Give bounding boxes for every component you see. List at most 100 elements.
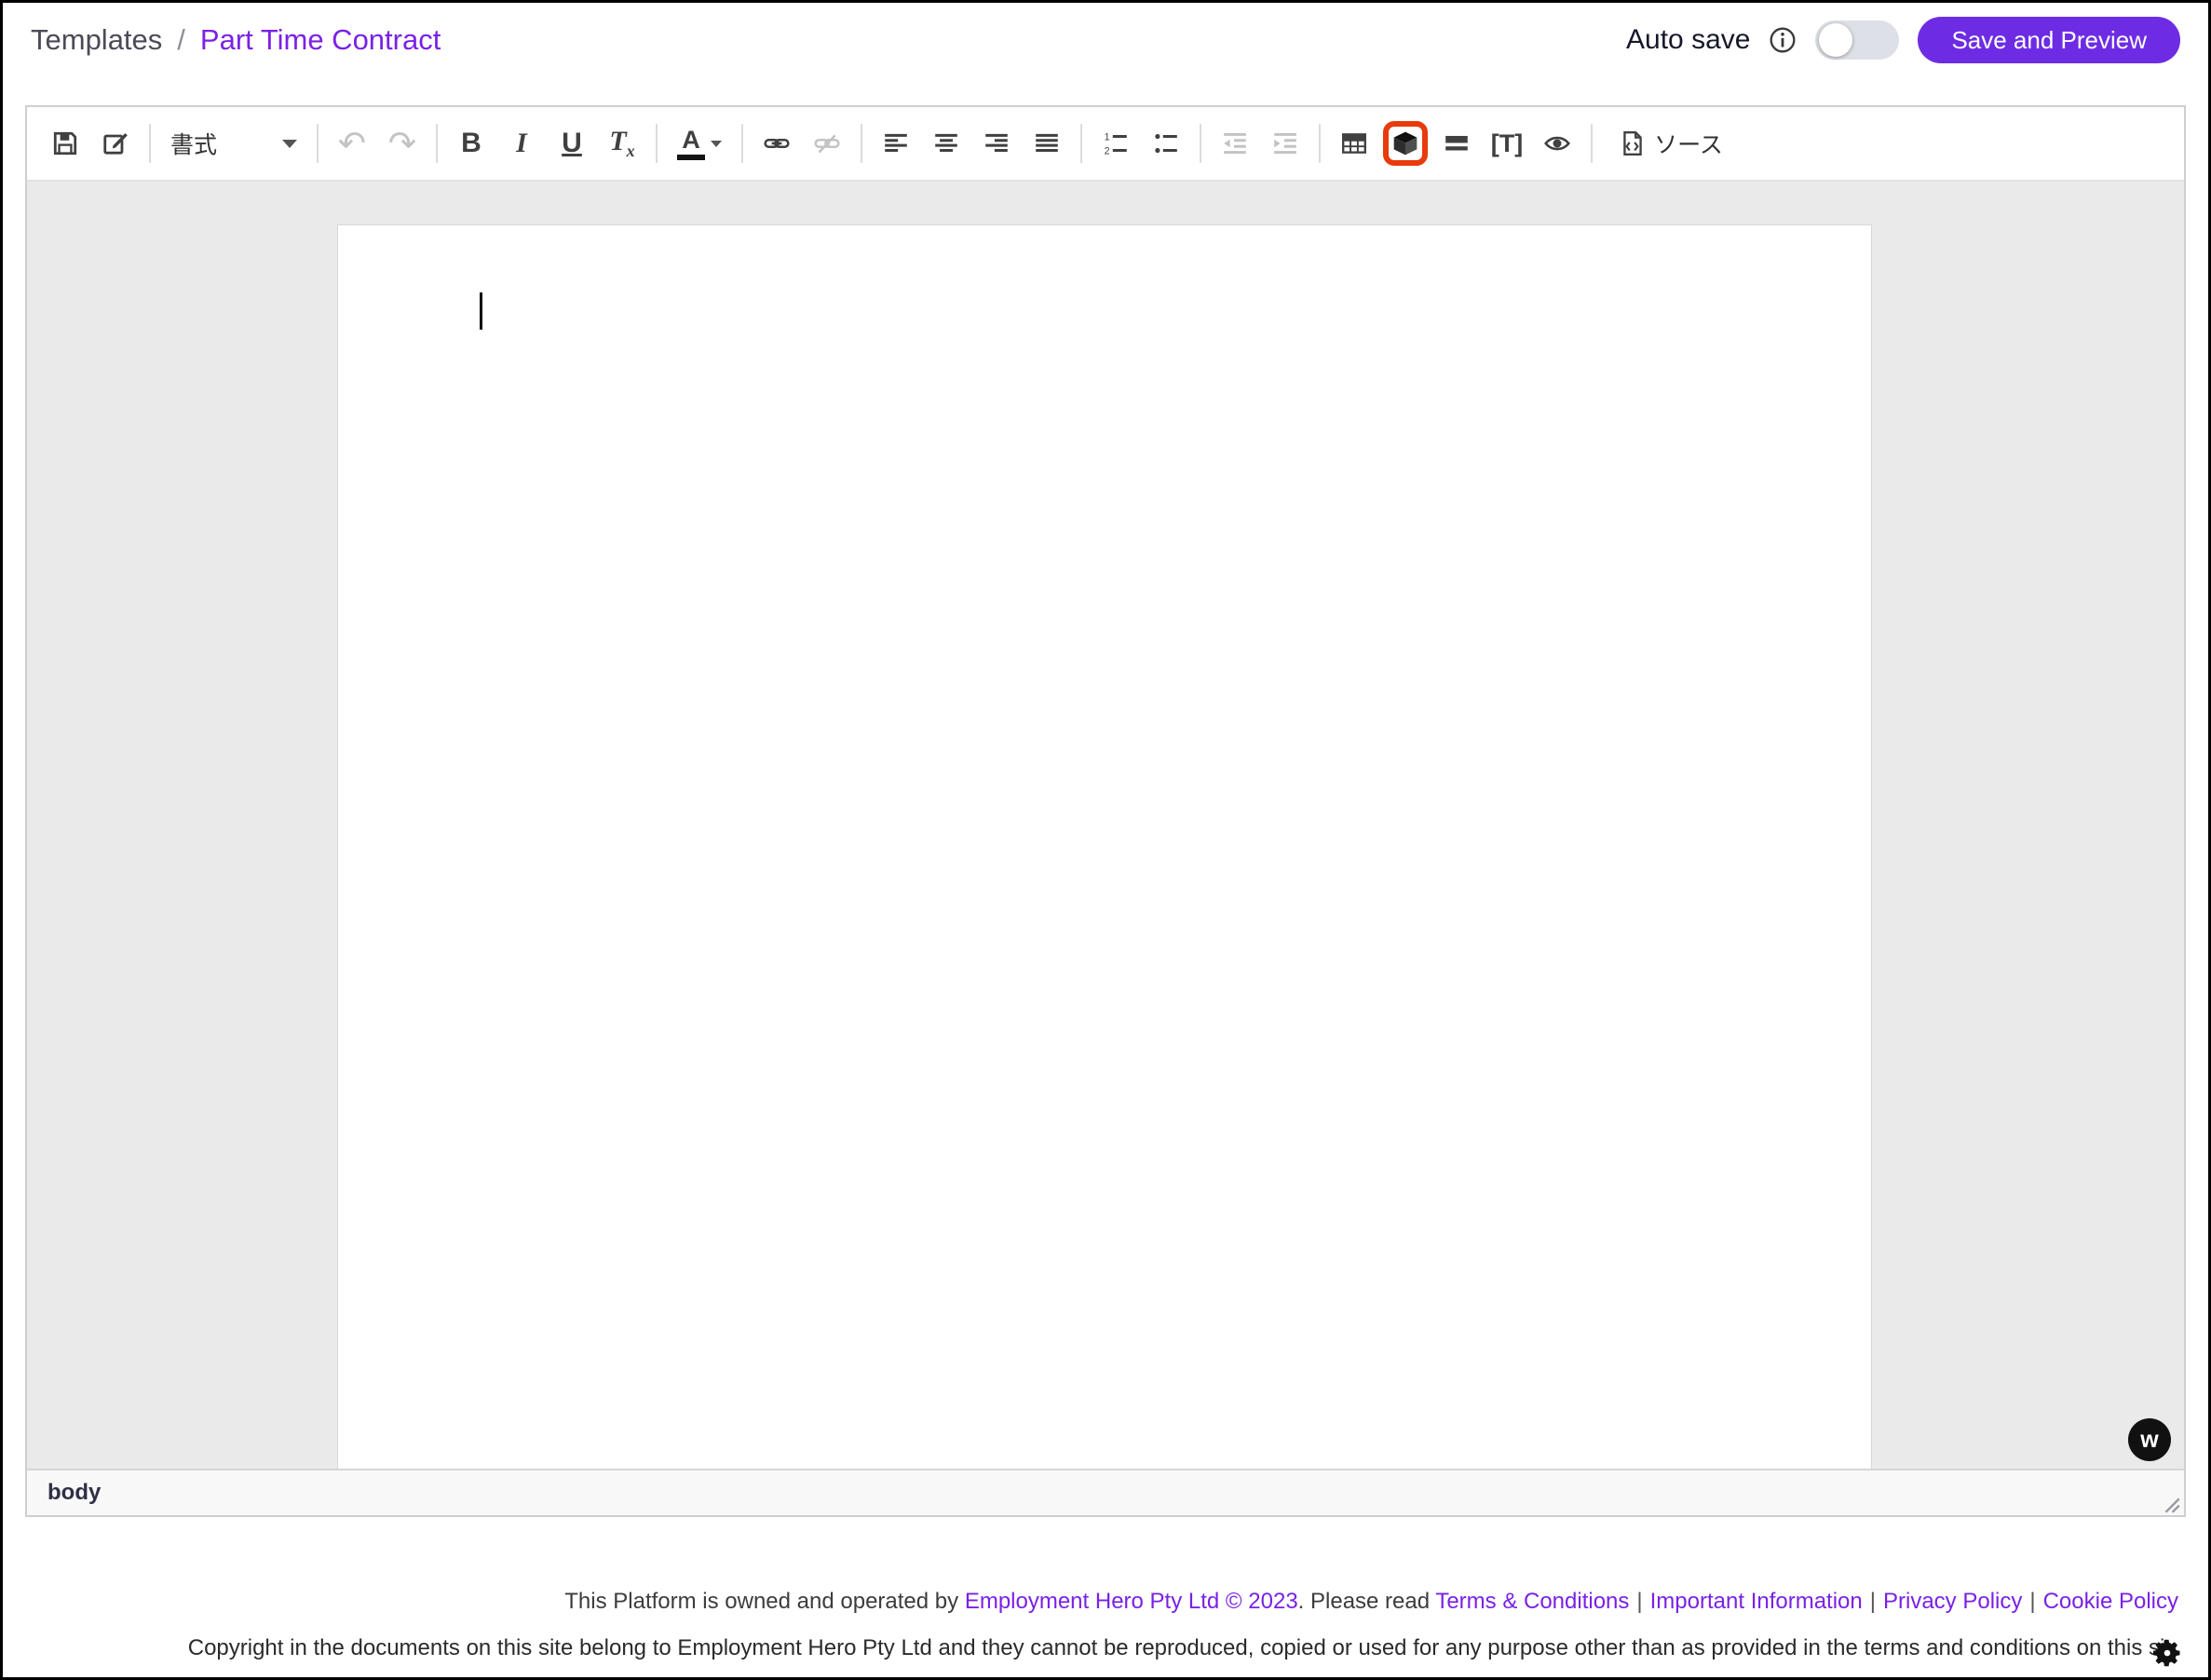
editor-status-bar: body (27, 1469, 2184, 1515)
edit-template-icon (102, 129, 129, 157)
toolbar-divider (149, 124, 151, 163)
breadcrumb: Templates / Part Time Contract (31, 23, 441, 57)
outdent-icon (1221, 129, 1249, 157)
underline-icon: U (562, 129, 582, 157)
align-right-icon (983, 129, 1011, 157)
undo-icon: ↶ (338, 127, 366, 160)
indent-button[interactable] (1260, 115, 1310, 171)
bulleted-list-icon (1152, 129, 1180, 157)
source-label: ソース (1654, 127, 1723, 160)
page-break-button[interactable] (1431, 115, 1482, 171)
resize-grip-icon (2158, 1491, 2180, 1513)
remove-format-button[interactable]: Tx (597, 115, 647, 171)
info-icon[interactable] (1769, 26, 1797, 54)
autosave-toggle[interactable] (1815, 20, 1899, 60)
document-page[interactable] (337, 224, 1872, 1469)
bold-icon: B (461, 129, 482, 157)
preview-eye-icon (1543, 129, 1571, 157)
save-and-preview-button[interactable]: Save and Preview (1918, 17, 2180, 63)
align-right-button[interactable] (971, 115, 1022, 171)
chevron-down-icon (282, 140, 297, 148)
remove-format-icon: Tx (609, 128, 634, 159)
insert-table-button[interactable] (1329, 115, 1379, 171)
editor-toolbar: 書式 ↶ ↷ B I U Tx A (27, 107, 2184, 182)
footer-line-1: This Platform is owned and operated by E… (3, 1578, 2178, 1625)
source-icon (1619, 129, 1647, 157)
text-cursor (480, 292, 482, 330)
resize-handle[interactable] (2158, 1491, 2180, 1513)
important-information-link[interactable]: Important Information (1650, 1589, 1863, 1614)
underline-button[interactable]: U (547, 115, 597, 171)
watermark-logo[interactable]: w (2128, 1418, 2171, 1461)
chevron-down-icon (711, 141, 722, 147)
svg-text:2: 2 (1105, 145, 1110, 156)
toggle-knob (1819, 23, 1852, 57)
align-center-icon (932, 129, 960, 157)
unlink-button[interactable] (802, 115, 852, 171)
numbered-list-button[interactable]: 1 2 (1091, 115, 1141, 171)
align-left-button[interactable] (871, 115, 921, 171)
link-button[interactable] (752, 115, 802, 171)
format-dropdown[interactable]: 書式 (159, 115, 308, 171)
footer-separator: | (1636, 1589, 1642, 1614)
toolbar-divider (741, 124, 743, 163)
footer-separator: | (2029, 1589, 2035, 1614)
bulleted-list-button[interactable] (1141, 115, 1191, 171)
align-center-button[interactable] (921, 115, 971, 171)
format-dropdown-label: 書式 (170, 127, 217, 160)
cookie-policy-link[interactable]: Cookie Policy (2043, 1589, 2178, 1614)
link-icon (763, 129, 791, 157)
highlight-annotation (1383, 121, 1428, 166)
footer-separator: | (1870, 1589, 1876, 1614)
toolbar-divider (656, 124, 658, 163)
bold-button[interactable]: B (446, 115, 496, 171)
text-color-button[interactable]: A (666, 115, 733, 171)
rich-text-editor: 書式 ↶ ↷ B I U Tx A (25, 105, 2186, 1517)
insert-placeholder-button[interactable] (1379, 115, 1431, 171)
copyright-text: Copyright in the documents on this site … (188, 1635, 2171, 1660)
settings-gear-icon[interactable] (2150, 1636, 2184, 1670)
top-actions: Auto save Save and Preview (1626, 17, 2180, 63)
toolbar-templates-button[interactable] (90, 115, 141, 171)
privacy-policy-link[interactable]: Privacy Policy (1883, 1589, 2022, 1614)
autosave-label: Auto save (1626, 24, 1750, 56)
text-color-icon: A (677, 128, 705, 160)
indent-icon (1271, 129, 1299, 157)
outdent-button[interactable] (1210, 115, 1260, 171)
redo-icon: ↷ (388, 127, 416, 160)
page-break-icon (1443, 129, 1471, 157)
toolbar-divider (436, 124, 438, 163)
italic-button[interactable]: I (496, 115, 547, 171)
italic-icon: I (516, 129, 527, 157)
footer: This Platform is owned and operated by E… (3, 1578, 2178, 1672)
top-bar: Templates / Part Time Contract Auto save… (3, 3, 2208, 77)
text-block-button[interactable]: [T] (1482, 115, 1532, 171)
align-left-icon (882, 129, 910, 157)
unlink-icon (813, 129, 841, 157)
preview-button[interactable] (1532, 115, 1582, 171)
toolbar-divider (317, 124, 319, 163)
footer-line-2: Copyright in the documents on this site … (3, 1625, 2178, 1672)
toolbar-divider (1080, 124, 1082, 163)
toolbar-divider (1591, 124, 1593, 163)
toolbar-divider (861, 124, 862, 163)
employment-hero-link[interactable]: Employment Hero Pty Ltd © 2023 (965, 1589, 1298, 1614)
redo-button[interactable]: ↷ (377, 115, 427, 171)
justify-button[interactable] (1022, 115, 1072, 171)
element-path-body[interactable]: body (47, 1480, 101, 1506)
breadcrumb-templates-link[interactable]: Templates (31, 23, 162, 57)
undo-button[interactable]: ↶ (327, 115, 377, 171)
footer-text: This Platform is owned and operated by (564, 1589, 965, 1614)
toolbar-save-button[interactable] (40, 115, 90, 171)
breadcrumb-current-page[interactable]: Part Time Contract (200, 23, 441, 57)
placeholder-cube-icon (1391, 129, 1419, 157)
text-block-icon: [T] (1491, 131, 1523, 156)
justify-icon (1033, 129, 1061, 157)
terms-conditions-link[interactable]: Terms & Conditions (1435, 1589, 1629, 1614)
numbered-list-icon: 1 2 (1102, 129, 1130, 157)
source-button[interactable]: ソース (1601, 115, 1741, 171)
editor-canvas: w (27, 182, 2184, 1469)
footer-text: . Please read (1298, 1589, 1436, 1614)
info-circle-icon (1769, 26, 1797, 54)
table-icon (1340, 129, 1368, 157)
